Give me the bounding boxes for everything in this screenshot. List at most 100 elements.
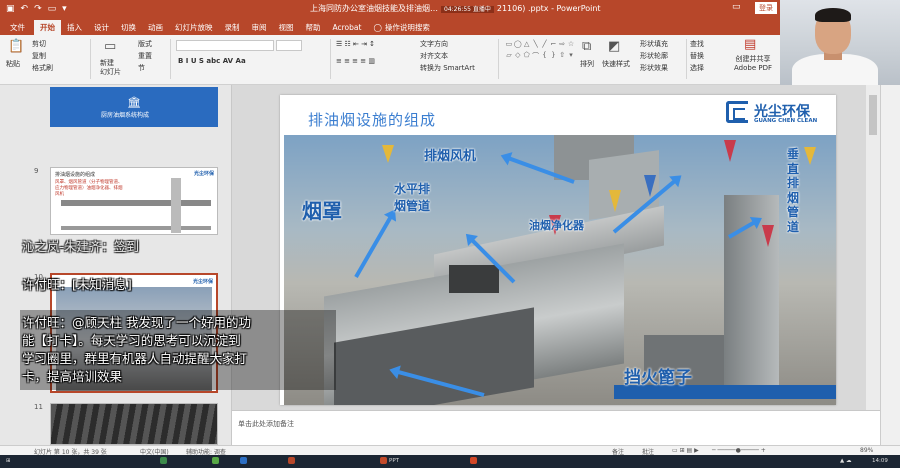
tab-home[interactable]: 开始 xyxy=(34,20,61,35)
replace-button[interactable]: 替换 xyxy=(690,51,704,61)
cut-button[interactable]: 剪切 xyxy=(32,39,46,49)
align-icon[interactable]: ≡ ≡ ≡ ≡ ▥ xyxy=(336,57,375,65)
save-icon[interactable]: ▣ xyxy=(6,4,15,14)
group-separator xyxy=(330,39,331,79)
slide-thumbnail-photo xyxy=(51,404,217,444)
quick-styles-button[interactable]: 快速样式 xyxy=(602,59,630,69)
tab-file[interactable]: 文件 xyxy=(4,20,31,35)
group-separator xyxy=(90,39,91,79)
brand-logo: 光尘环保 GUANG CHEN CLEAN xyxy=(726,101,834,129)
redo-icon[interactable]: ↷ xyxy=(34,4,42,14)
present-icon[interactable]: ▭ xyxy=(48,4,57,14)
tab-insert[interactable]: 插入 xyxy=(61,20,88,35)
slide-number: 9 xyxy=(34,167,39,175)
pennant-flag xyxy=(804,147,816,165)
pennant-flag xyxy=(382,145,394,163)
taskbar-app[interactable] xyxy=(212,457,221,466)
font-name-select[interactable] xyxy=(176,40,274,51)
current-slide[interactable]: 排油烟设施的组成 光尘环保 GUANG CHEN CLEAN 烟罩 水平排 烟管… xyxy=(280,95,836,405)
equipment-photo[interactable]: 烟罩 水平排 烟管道 排烟风机 油烟净化器 垂 直 排 烟 管 道 挡火篦子 xyxy=(284,135,836,405)
label-fire-cage: 挡火篦子 xyxy=(624,368,692,388)
new-slide-icon[interactable]: ▭ xyxy=(104,39,116,54)
pennant-flag xyxy=(762,225,774,247)
notes-pane[interactable]: 单击此处添加备注 xyxy=(232,410,880,445)
building-icon: 🏛 xyxy=(127,96,141,109)
adobe-pdf-icon[interactable]: ▤ xyxy=(744,37,756,52)
shape-outline-button[interactable]: 形状轮廓 xyxy=(640,51,668,61)
zoom-slider[interactable]: ─ ─────●───── + xyxy=(712,447,766,454)
tab-review[interactable]: 审阅 xyxy=(246,20,273,35)
arrange-button[interactable]: 排列 xyxy=(580,59,594,69)
tab-transitions[interactable]: 切换 xyxy=(115,20,142,35)
side-panel-strip xyxy=(880,85,900,445)
find-button[interactable]: 查找 xyxy=(690,39,704,49)
powerpoint-window: ▣ ↶ ↷ ▭ ▾ 上海同防办公室油烟技能及排油烟… 04:26:55 直播中 21… xyxy=(0,0,900,468)
tab-slideshow[interactable]: 幻灯片放映 xyxy=(169,20,219,35)
slide-thumbnail-8[interactable]: 🏛 厨房油烟系统构成 xyxy=(50,87,218,127)
clock[interactable]: 14:09 xyxy=(872,457,888,466)
view-buttons[interactable]: ▭ ⊞ ▤ ▶ xyxy=(672,447,699,454)
tab-record[interactable]: 录制 xyxy=(219,20,246,35)
window-title: 上海同防办公室油烟技能及排油烟… 04:26:55 直播中 21106) .pptx… xyxy=(310,4,601,13)
start-icon[interactable]: ⊞ xyxy=(6,457,11,466)
label-vertical-duct: 垂 直 排 烟 管 道 xyxy=(787,147,800,234)
tab-help[interactable]: 帮助 xyxy=(300,20,327,35)
arrow-hood xyxy=(354,215,393,278)
slide-thumbnails-pane: 🏛 厨房油烟系统构成 9 排油烟设施的组成 光尘环保 风罩、烟风管道（分子物理管… xyxy=(0,85,232,445)
shapes-gallery[interactable]: ▭ ◯ △ ╲ ╱ ⌐ ⇨ ☆ ▱ ◇ ⬠ ⌒{} ⇧ ▾ xyxy=(505,40,575,62)
group-separator xyxy=(686,39,687,79)
slide-thumbnail-9[interactable]: 排油烟设施的组成 光尘环保 风罩、烟风管道（分子物理管道、应力物理管道）油烟净化… xyxy=(50,167,218,235)
zoom-level[interactable]: 89% xyxy=(860,447,873,454)
taskbar-app[interactable] xyxy=(240,457,249,466)
customize-icon[interactable]: ▾ xyxy=(62,4,67,14)
label-purifier: 油烟净化器 xyxy=(529,219,584,232)
tell-me-search[interactable]: ◯ 操作说明搜索 xyxy=(367,20,435,35)
title-bar: ▣ ↶ ↷ ▭ ▾ 上海同防办公室油烟技能及排油烟… 04:26:55 直播中 21… xyxy=(0,0,900,17)
section-button[interactable]: 节 xyxy=(138,63,145,73)
font-size-select[interactable] xyxy=(276,40,302,51)
ribbon-display-icon[interactable]: ▭ xyxy=(732,2,741,12)
new-slide-button[interactable]: 新建 幻灯片 xyxy=(100,59,121,77)
text-direction-button[interactable]: 文字方向 xyxy=(420,39,448,49)
taskbar-app[interactable]: PPT xyxy=(380,457,399,466)
duct-diagram xyxy=(61,200,211,230)
bullets-icon[interactable]: ☰ ☷ ⇤ ⇥ ↕ xyxy=(336,40,375,48)
format-painter-button[interactable]: 格式刷 xyxy=(32,63,53,73)
login-button[interactable]: 登录 xyxy=(755,2,777,14)
tab-acrobat[interactable]: Acrobat xyxy=(327,20,368,35)
shape-fill-button[interactable]: 形状填充 xyxy=(640,39,668,49)
status-bar: 幻灯片 第 10 张，共 39 张 中文(中国) 辅助功能: 调查 备注 批注 … xyxy=(0,445,900,456)
quick-styles-icon[interactable]: ◩ xyxy=(608,39,620,54)
ribbon-tabs: 文件 开始 插入 设计 切换 动画 幻灯片放映 录制 审阅 视图 帮助 Acro… xyxy=(0,17,780,35)
tab-animations[interactable]: 动画 xyxy=(142,20,169,35)
taskbar-app[interactable] xyxy=(160,457,169,466)
scrollbar-thumb[interactable] xyxy=(869,95,877,135)
adobe-pdf-button[interactable]: 创建并共享 Adobe PDF xyxy=(734,55,772,73)
slide-thumbnail-text: 风罩、烟风管道（分子物理管道、应力物理管道）油烟净化器、排烟风机 xyxy=(55,180,123,197)
paste-icon[interactable]: 📋 xyxy=(8,39,24,54)
chat-message: 学习圈里，群里有机器人自动提醒大家打 xyxy=(22,351,248,366)
layout-button[interactable]: 版式 xyxy=(138,39,152,49)
paste-button[interactable]: 粘贴 xyxy=(6,59,20,69)
tab-view[interactable]: 视图 xyxy=(273,20,300,35)
quick-access-toolbar: ▣ ↶ ↷ ▭ ▾ xyxy=(0,4,67,14)
chat-message: 许付旺：[未知消息] xyxy=(22,277,132,292)
undo-icon[interactable]: ↶ xyxy=(21,4,29,14)
shape-effects-button[interactable]: 形状效果 xyxy=(640,63,668,73)
reset-button[interactable]: 重置 xyxy=(138,51,152,61)
slide-thumbnail-logo: 光尘环保 xyxy=(193,171,214,177)
select-button[interactable]: 选择 xyxy=(690,63,704,73)
arrange-icon[interactable]: ⧉ xyxy=(582,39,591,54)
vertical-scrollbar[interactable] xyxy=(866,85,880,410)
smartart-button[interactable]: 转换为 SmartArt xyxy=(420,63,475,73)
taskbar-app[interactable] xyxy=(470,457,479,466)
align-text-button[interactable]: 对齐文本 xyxy=(420,51,448,61)
slide-title[interactable]: 排油烟设施的组成 xyxy=(308,109,436,130)
lightbulb-icon: ◯ xyxy=(373,23,382,32)
copy-button[interactable]: 复制 xyxy=(32,51,46,61)
slide-thumbnail-11[interactable] xyxy=(50,403,218,445)
taskbar-app[interactable] xyxy=(288,457,297,466)
tray-icons[interactable]: ▲ ☁ xyxy=(840,457,851,466)
tab-design[interactable]: 设计 xyxy=(88,20,115,35)
bold-icon[interactable]: B I U S abc AV Aa xyxy=(178,57,246,65)
